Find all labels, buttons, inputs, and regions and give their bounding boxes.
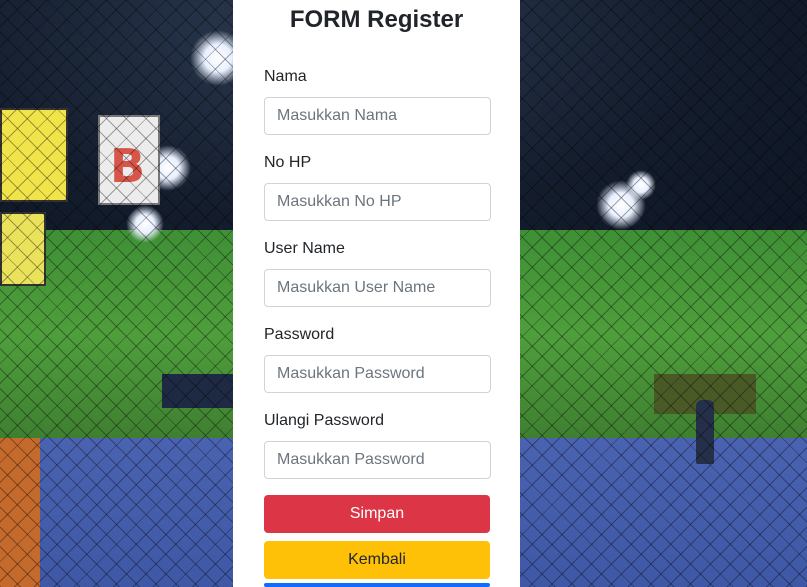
- partial-blue-button[interactable]: [264, 583, 490, 587]
- username-input[interactable]: [264, 269, 491, 307]
- password-label: Password: [264, 326, 335, 343]
- nohp-input[interactable]: [264, 183, 491, 221]
- form-title: FORM Register: [289, 6, 464, 33]
- confirm-password-label: Ulangi Password: [264, 412, 385, 429]
- nama-input[interactable]: [264, 97, 491, 135]
- register-form-panel: FORM Register Nama No HP User Name Passw…: [233, 0, 520, 587]
- username-label: User Name: [264, 240, 345, 257]
- save-button[interactable]: Simpan: [264, 495, 490, 533]
- confirm-password-input[interactable]: [264, 441, 491, 479]
- nama-label: Nama: [264, 68, 307, 85]
- nohp-label: No HP: [264, 154, 312, 171]
- back-button[interactable]: Kembali: [264, 541, 490, 579]
- password-input[interactable]: [264, 355, 491, 393]
